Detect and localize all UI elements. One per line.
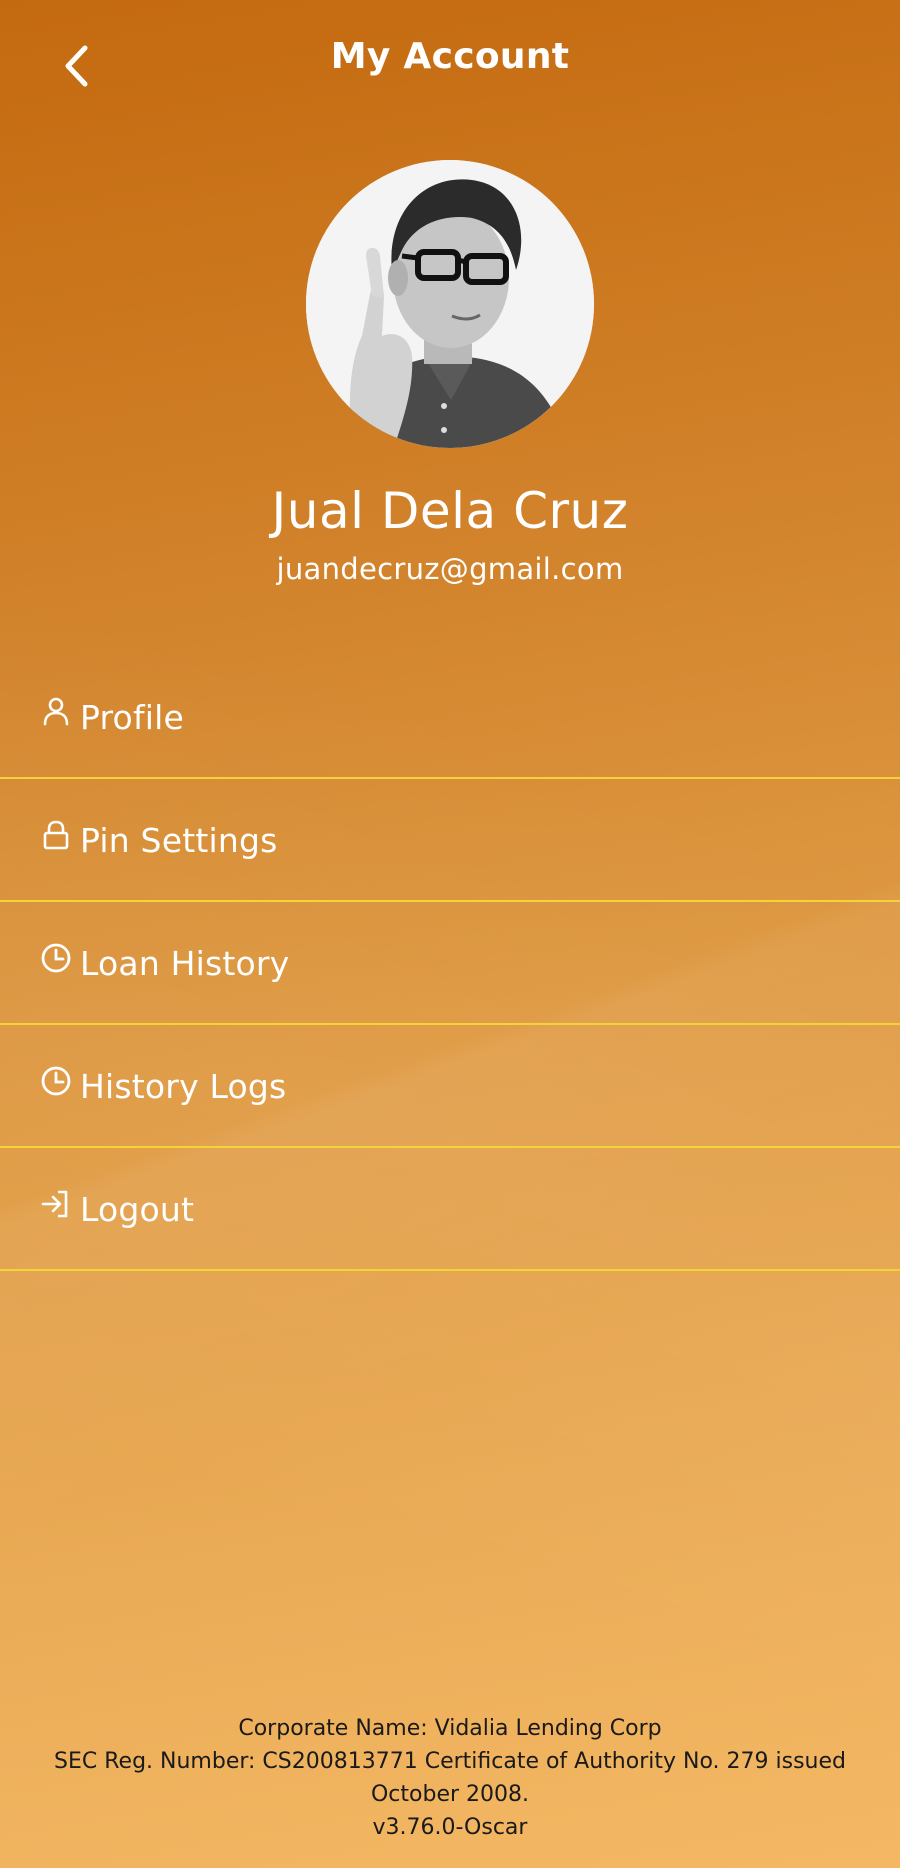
clock-icon [41,943,71,973]
avatar-photo [306,160,594,448]
account-menu: Profile Pin Settings Loan History Histor… [0,656,900,1271]
avatar [306,160,594,448]
user-icon [43,697,69,726]
menu-item-loan-history[interactable]: Loan History [0,902,900,1025]
logout-icon [41,1190,68,1218]
menu-item-history-logs[interactable]: History Logs [0,1025,900,1148]
menu-item-logout[interactable]: Logout [0,1148,900,1271]
app-header: My Account [0,0,900,120]
menu-item-pin-settings[interactable]: Pin Settings [0,779,900,902]
clock-icon [41,1066,71,1096]
menu-item-label: Loan History [80,944,290,983]
menu-item-label: Pin Settings [80,821,278,860]
sec-registration: SEC Reg. Number: CS200813771 Certificate… [54,1749,846,1807]
menu-item-label: Logout [80,1190,195,1229]
menu-item-profile[interactable]: Profile [0,656,900,779]
menu-item-label: Profile [80,698,185,737]
page-title: My Account [330,36,570,77]
app-version: v3.76.0-Oscar [372,1815,528,1840]
lock-icon [43,820,69,850]
footer-legal: Corporate Name: Vidalia Lending Corp SEC… [20,1712,880,1844]
corporate-name: Corporate Name: Vidalia Lending Corp [238,1716,662,1741]
user-email: juandecruz@gmail.com [276,552,624,586]
user-name: Jual Dela Cruz [271,482,629,540]
menu-item-label: History Logs [80,1067,287,1106]
